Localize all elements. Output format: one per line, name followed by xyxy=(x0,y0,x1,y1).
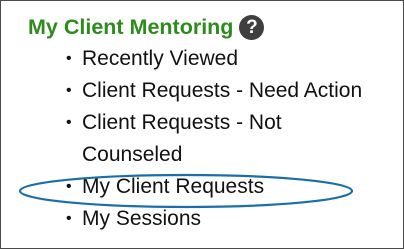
bullet: • xyxy=(66,210,72,227)
menu-item-my-client-requests[interactable]: • My Client Requests xyxy=(65,171,395,203)
menu-item-label[interactable]: Client Requests - Not Counseled xyxy=(82,107,382,171)
client-mentoring-panel: My Client Mentoring ? • Recently Viewed … xyxy=(0,0,404,249)
menu-item-label[interactable]: Recently Viewed xyxy=(82,43,382,75)
bullet: • xyxy=(66,50,72,67)
help-question-icon[interactable]: ? xyxy=(239,14,265,40)
menu-item-client-requests-need-action[interactable]: • Client Requests - Need Action xyxy=(65,75,395,107)
bullet: • xyxy=(66,178,72,195)
bullet: • xyxy=(66,82,72,99)
menu-item-recently-viewed[interactable]: • Recently Viewed xyxy=(65,43,395,75)
menu-item-label[interactable]: My Client Requests xyxy=(82,171,382,203)
menu-item-label[interactable]: Client Requests - Need Action xyxy=(82,75,382,107)
menu-item-my-sessions[interactable]: • My Sessions xyxy=(65,203,395,235)
section-title: My Client Mentoring xyxy=(28,15,234,39)
mentoring-menu: • Recently Viewed • Client Requests - Ne… xyxy=(65,43,395,235)
bullet: • xyxy=(66,114,72,131)
menu-item-client-requests-not-counseled[interactable]: • Client Requests - Not Counseled xyxy=(65,107,395,171)
section-header: My Client Mentoring ? xyxy=(28,13,265,41)
menu-item-label[interactable]: My Sessions xyxy=(82,203,382,235)
